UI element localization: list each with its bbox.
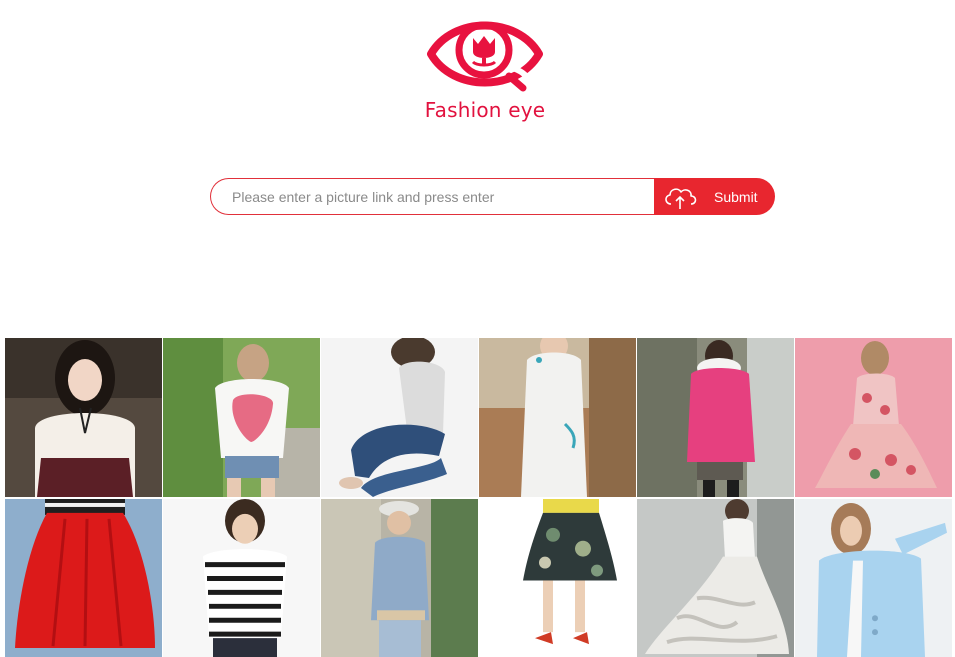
gallery-image[interactable]: [479, 499, 636, 657]
gallery-image[interactable]: [163, 338, 320, 497]
image-gallery: [5, 338, 953, 657]
gallery-image[interactable]: [479, 338, 636, 497]
gallery-image[interactable]: [795, 338, 952, 497]
gallery-image[interactable]: [795, 499, 952, 657]
submit-label: Submit: [714, 188, 758, 205]
gallery-image[interactable]: [321, 338, 478, 497]
gallery-image[interactable]: [163, 499, 320, 657]
brand-name: Fashion eye: [424, 98, 546, 122]
gallery-image[interactable]: [5, 499, 162, 657]
cloud-upload-icon: [665, 187, 697, 209]
logo: Fashion eye: [418, 6, 552, 124]
picture-link-input[interactable]: [210, 178, 665, 215]
gallery-image[interactable]: [5, 338, 162, 497]
gallery-image[interactable]: [637, 338, 794, 497]
page: Fashion eye Submit: [0, 0, 955, 657]
eye-logo-icon: [427, 21, 543, 92]
gallery-image[interactable]: [321, 499, 478, 657]
search-bar: Submit: [210, 178, 775, 215]
gallery-image[interactable]: [637, 499, 794, 657]
submit-button[interactable]: Submit: [654, 178, 775, 215]
